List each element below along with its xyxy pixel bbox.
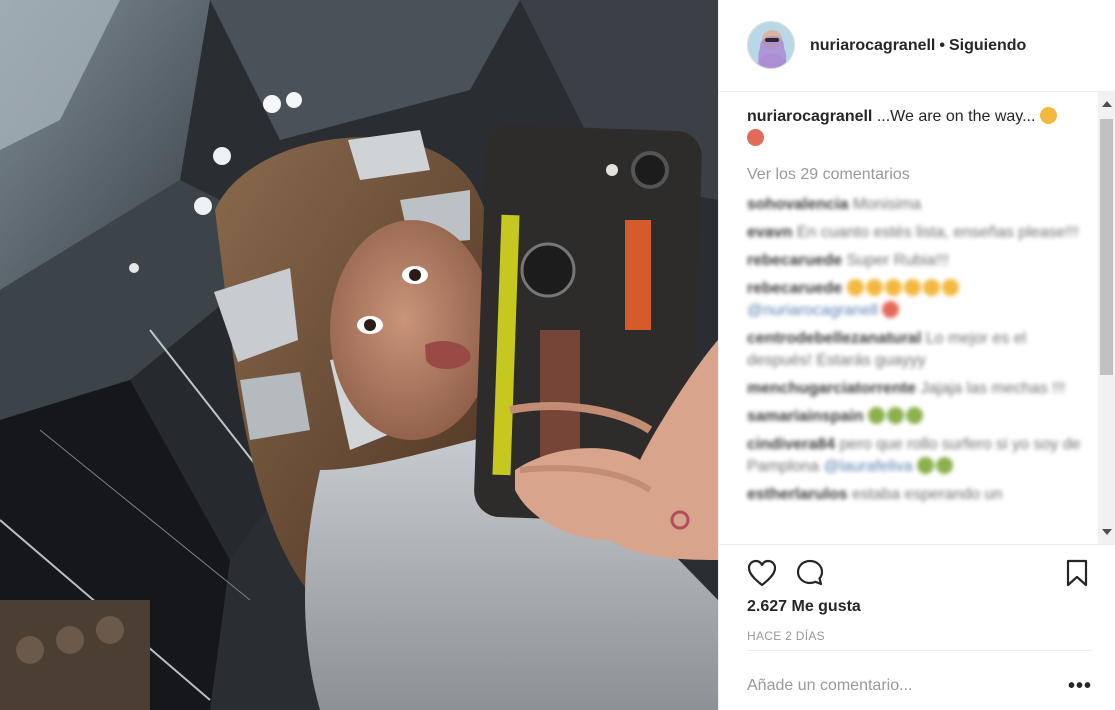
comment-button[interactable] [795, 558, 825, 593]
add-comment-input[interactable]: Añade un comentario... [747, 677, 912, 695]
comments-scrollbar[interactable] [1098, 92, 1115, 544]
emoji-icon [882, 301, 900, 318]
comment-item: rebecaruede @nuriarocagranell [747, 278, 1087, 322]
laughing-emoji-icon [1039, 107, 1057, 124]
emoji-icon [903, 279, 921, 296]
scrollbar-thumb[interactable] [1100, 119, 1113, 375]
emoji-icon [941, 279, 959, 296]
kiss-emoji-icon [747, 129, 764, 146]
comment-username[interactable]: rebecaruede [747, 252, 842, 269]
selfie-image [0, 0, 718, 710]
likes-count[interactable]: 2.627 Me gusta [747, 598, 861, 616]
comment-username[interactable]: rebecaruede [747, 280, 842, 297]
more-options-icon[interactable]: ••• [1068, 675, 1092, 698]
view-all-comments-link[interactable]: Ver los 29 comentarios [747, 164, 1087, 186]
emoji-icon [917, 457, 935, 474]
scroll-down-arrow-icon[interactable] [1102, 529, 1112, 535]
emoji-icon [905, 407, 923, 424]
post-details-panel: nuriarocagranell • Siguiendo nuriarocagran… [718, 0, 1115, 710]
emoji-icon [884, 279, 902, 296]
comment-username[interactable]: estherlarulos [747, 486, 847, 503]
add-comment-box[interactable]: Añade un comentario... ••• [747, 650, 1092, 710]
comments-area[interactable]: nuriarocagranell ...We are on the way...… [719, 92, 1115, 544]
comment-item: samariainspain [747, 406, 1087, 428]
username-link[interactable]: nuriarocagranell [810, 37, 935, 54]
like-button[interactable] [747, 559, 777, 592]
comment-item: evavn En cuanto estés lista, enseñas ple… [747, 222, 1087, 244]
avatar-image [748, 22, 794, 68]
comment-item: sohovalencia Monisima [747, 194, 1087, 216]
post-date[interactable]: HACE 2 DÍAS [747, 629, 825, 643]
post-header: nuriarocagranell • Siguiendo [719, 0, 1115, 92]
save-button[interactable] [1065, 559, 1089, 592]
emoji-icon [936, 457, 954, 474]
comment-text: Super Rubia!!! [846, 252, 949, 269]
comment-username[interactable]: centrodebellezanatural [747, 330, 921, 347]
comment-text: Jajaja las mechas !!! [920, 380, 1066, 397]
emoji-icon [865, 279, 883, 296]
comments-list: nuriarocagranell ...We are on the way...… [747, 106, 1087, 512]
comment-item: cindivera84 pero que rollo surfero si yo… [747, 434, 1087, 478]
comment-item: menchugarciatorrente Jajaja las mechas !… [747, 378, 1087, 400]
comment-item: estherlarulos estaba esperando un [747, 484, 1087, 506]
comment-mention[interactable]: @laurafeliva [824, 458, 913, 475]
scroll-up-arrow-icon[interactable] [1102, 101, 1112, 107]
avatar[interactable] [747, 21, 795, 69]
comment-username[interactable]: cindivera84 [747, 436, 835, 453]
following-button[interactable]: Siguiendo [949, 37, 1026, 54]
emoji-icon [867, 407, 885, 424]
emoji-icon [846, 279, 864, 296]
post-actions: 2.627 Me gusta HACE 2 DÍAS [719, 544, 1115, 650]
separator-dot: • [939, 37, 945, 54]
comment-item: rebecaruede Super Rubia!!! [747, 250, 1087, 272]
comment-username[interactable]: menchugarciatorrente [747, 380, 916, 397]
header-text: nuriarocagranell • Siguiendo [810, 37, 1026, 55]
caption-text: ...We are on the way... [876, 108, 1036, 125]
caption-username[interactable]: nuriarocagranell [747, 108, 872, 125]
comment-username[interactable]: samariainspain [747, 408, 864, 425]
comment-text: Monisima [852, 196, 922, 213]
comment-text: estaba esperando un [851, 486, 1003, 503]
bookmark-icon [1066, 559, 1088, 587]
comment-icon [796, 559, 824, 586]
comment-username[interactable]: sohovalencia [747, 196, 848, 213]
blurred-comments: sohovalencia Monisima evavn En cuanto es… [747, 194, 1087, 506]
caption: nuriarocagranell ...We are on the way... [747, 106, 1087, 150]
post-photo[interactable] [0, 0, 718, 710]
heart-icon [747, 559, 777, 587]
comment-username[interactable]: evavn [747, 224, 792, 241]
emoji-icon [886, 407, 904, 424]
comment-item: centrodebellezanatural Lo mejor es el de… [747, 328, 1087, 372]
comment-text: En cuanto estés lista, enseñas please!!! [796, 224, 1079, 241]
comment-mention[interactable]: @nuriarocagranell [747, 302, 878, 319]
emoji-icon [922, 279, 940, 296]
